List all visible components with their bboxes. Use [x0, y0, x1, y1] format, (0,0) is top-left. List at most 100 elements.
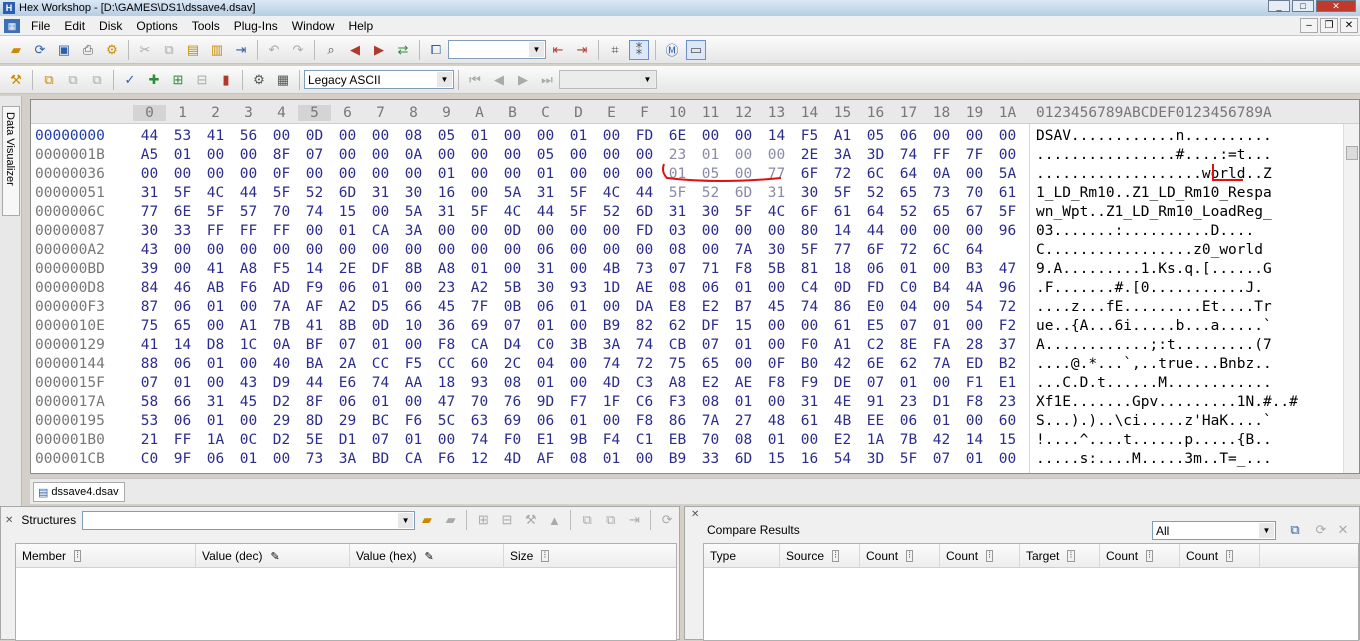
hex-byte[interactable]: 41 — [133, 337, 166, 353]
ascii-text[interactable]: DSAV............n.......... — [1036, 128, 1272, 144]
goto-forward-icon[interactable]: ⇥ — [572, 40, 592, 60]
hex-byte[interactable]: CC — [430, 356, 463, 372]
hex-byte[interactable]: 31 — [364, 185, 397, 201]
hex-byte[interactable]: 06 — [892, 128, 925, 144]
hex-byte[interactable]: 3A — [331, 451, 364, 467]
hex-byte[interactable]: 0F — [760, 356, 793, 372]
hex-byte[interactable]: 4E — [826, 394, 859, 410]
hex-byte[interactable]: 01 — [397, 432, 430, 448]
save-icon[interactable]: ▣ — [54, 40, 74, 60]
cut-icon[interactable]: ✂ — [135, 40, 155, 60]
hex-mode-icon[interactable]: ⁑ — [629, 39, 649, 60]
hex-byte[interactable]: 00 — [199, 147, 232, 163]
hex-byte[interactable]: 08 — [496, 375, 529, 391]
hex-byte[interactable]: 77 — [826, 242, 859, 258]
hex-byte[interactable]: AE — [628, 280, 661, 296]
hex-byte[interactable]: 00 — [232, 356, 265, 372]
hex-byte[interactable]: 30 — [760, 242, 793, 258]
hex-byte[interactable]: 18 — [430, 375, 463, 391]
hex-byte[interactable]: 00 — [331, 147, 364, 163]
ascii-text[interactable]: !....^....t......p.....{B.. — [1036, 432, 1272, 448]
hex-byte[interactable]: 69 — [496, 413, 529, 429]
ascii-text[interactable]: C.................z0_world — [1036, 242, 1263, 258]
hex-byte[interactable]: B2 — [991, 356, 1024, 372]
hex-byte[interactable]: 00 — [463, 166, 496, 182]
hex-byte[interactable]: D9 — [265, 375, 298, 391]
hex-byte[interactable]: 07 — [859, 375, 892, 391]
hex-byte[interactable]: 06 — [331, 280, 364, 296]
hex-byte[interactable]: 1D — [595, 280, 628, 296]
hex-byte[interactable]: 72 — [628, 356, 661, 372]
hex-byte[interactable]: 63 — [463, 413, 496, 429]
hex-byte[interactable]: 41 — [199, 128, 232, 144]
hex-byte[interactable]: 00 — [727, 147, 760, 163]
hex-byte[interactable]: 06 — [859, 261, 892, 277]
hex-byte[interactable]: 5A — [397, 204, 430, 220]
hex-byte[interactable]: 06 — [166, 299, 199, 315]
hex-byte[interactable]: 6D — [628, 204, 661, 220]
hex-byte[interactable]: 00 — [331, 128, 364, 144]
hex-byte[interactable]: 60 — [991, 413, 1024, 429]
hex-byte[interactable]: 01 — [727, 394, 760, 410]
hex-byte[interactable]: 42 — [826, 356, 859, 372]
hex-byte[interactable]: 74 — [463, 432, 496, 448]
hex-byte[interactable]: 08 — [397, 128, 430, 144]
hex-byte[interactable]: 00 — [298, 242, 331, 258]
find-next-icon[interactable]: ▶ — [369, 40, 389, 60]
hex-byte[interactable]: 6F — [793, 204, 826, 220]
hex-byte[interactable]: 3A — [397, 223, 430, 239]
hex-byte[interactable]: B0 — [793, 356, 826, 372]
ascii-text[interactable]: Xf1E.......Gpv.........1N.#..# — [1036, 394, 1298, 410]
hex-byte[interactable]: B4 — [925, 280, 958, 296]
hex-byte[interactable]: 00 — [628, 166, 661, 182]
hex-byte[interactable]: 37 — [991, 337, 1024, 353]
hex-byte[interactable]: 07 — [892, 318, 925, 334]
hex-byte[interactable]: 47 — [991, 261, 1024, 277]
hex-byte[interactable]: C4 — [793, 280, 826, 296]
hex-byte[interactable]: 00 — [991, 128, 1024, 144]
hex-byte[interactable]: 74 — [364, 375, 397, 391]
hex-byte[interactable]: 7B — [892, 432, 925, 448]
hex-byte[interactable]: 61 — [793, 413, 826, 429]
hex-byte[interactable]: 01 — [166, 375, 199, 391]
refresh-file-icon[interactable]: ⟳ — [30, 40, 50, 60]
hex-byte[interactable]: EE — [859, 413, 892, 429]
hex-byte[interactable]: 07 — [133, 375, 166, 391]
hex-byte[interactable]: 01 — [199, 299, 232, 315]
hex-byte[interactable]: 00 — [628, 147, 661, 163]
menu-window[interactable]: Window — [285, 19, 342, 33]
panel-close-icon[interactable]: ✕ — [5, 515, 13, 526]
document-tab[interactable]: ▤ dssave4.dsav — [33, 482, 125, 502]
hex-byte[interactable]: AA — [397, 375, 430, 391]
hex-byte[interactable]: 00 — [925, 128, 958, 144]
hex-byte[interactable]: 00 — [628, 242, 661, 258]
hex-byte[interactable]: 5F — [562, 204, 595, 220]
ascii-text[interactable]: ...................world..Z — [1036, 166, 1272, 182]
hex-byte[interactable]: 07 — [661, 261, 694, 277]
hex-byte[interactable]: F9 — [793, 375, 826, 391]
hex-byte[interactable]: 01 — [232, 451, 265, 467]
column-source[interactable]: Source ⁝ — [780, 544, 860, 568]
hex-byte[interactable]: 00 — [628, 451, 661, 467]
hex-byte[interactable]: 00 — [958, 128, 991, 144]
hex-byte[interactable]: F3 — [661, 394, 694, 410]
hex-byte[interactable]: 4D — [496, 451, 529, 467]
hex-byte[interactable]: 00 — [562, 375, 595, 391]
hex-byte[interactable]: 54 — [826, 451, 859, 467]
hex-byte[interactable]: 29 — [265, 413, 298, 429]
hex-byte[interactable]: 07 — [331, 337, 364, 353]
hex-byte[interactable]: 64 — [859, 204, 892, 220]
hex-byte[interactable]: 01 — [364, 280, 397, 296]
hex-byte[interactable]: C0 — [892, 280, 925, 296]
column-size[interactable]: Size ⁝ — [504, 544, 678, 568]
bookmark-icon[interactable]: ⌗ — [605, 40, 625, 60]
hex-byte[interactable]: 5F — [463, 204, 496, 220]
hex-byte[interactable]: F5 — [397, 356, 430, 372]
hex-byte[interactable]: 74 — [892, 147, 925, 163]
hex-byte[interactable]: 45 — [760, 299, 793, 315]
hex-byte[interactable]: 00 — [529, 128, 562, 144]
hex-byte[interactable]: 04 — [892, 299, 925, 315]
hex-byte[interactable]: 00 — [727, 128, 760, 144]
hex-byte[interactable]: 6E — [166, 204, 199, 220]
operations-icon[interactable]: ✚ — [144, 70, 164, 90]
